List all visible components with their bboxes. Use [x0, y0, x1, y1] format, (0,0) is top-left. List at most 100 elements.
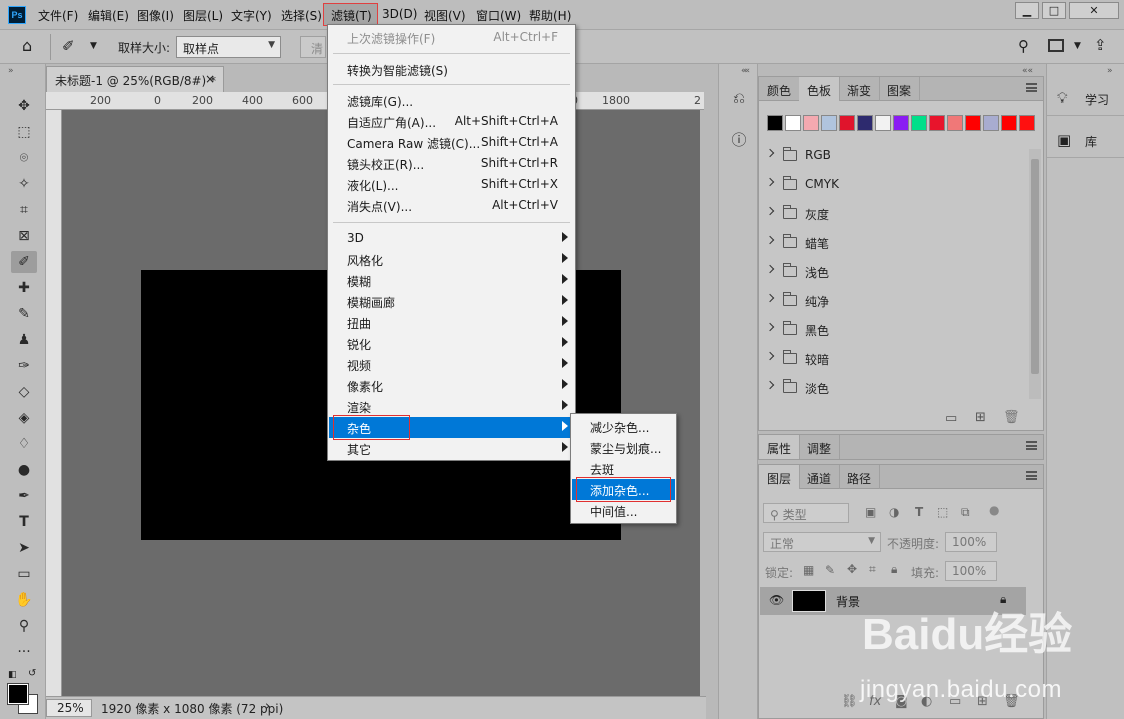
new-swatch-icon[interactable]: ⊞: [975, 410, 986, 425]
lock-transparent-icon[interactable]: ▦: [803, 563, 814, 577]
panel-menu-icon[interactable]: [1026, 471, 1037, 480]
lock-position-icon[interactable]: ✥: [847, 562, 857, 576]
zoom-tool-icon[interactable]: ⚲: [11, 615, 37, 637]
color-swatch[interactable]: [893, 115, 909, 131]
collapse-icon[interactable]: ««: [1022, 66, 1033, 76]
tab-color[interactable]: 颜色: [759, 77, 801, 101]
chevron-down-icon[interactable]: ▼: [90, 41, 97, 51]
type-tool-icon[interactable]: T: [11, 511, 37, 533]
eyedropper-tool-icon[interactable]: ✐: [11, 251, 37, 273]
swatch-folder[interactable]: 纯净: [759, 286, 1027, 315]
filter-type-icon[interactable]: T: [915, 505, 923, 519]
color-swatch[interactable]: [803, 115, 819, 131]
color-swatch[interactable]: [929, 115, 945, 131]
eraser-tool-icon[interactable]: ◇: [11, 381, 37, 403]
paint-bucket-tool-icon[interactable]: ◈: [11, 407, 37, 429]
menu-type[interactable]: 文字(Y): [231, 7, 272, 24]
tab-gradients[interactable]: 渐变: [839, 77, 881, 101]
filter-menu-item[interactable]: Camera Raw 滤镜(C)... Shift+Ctrl+A: [329, 132, 574, 153]
sample-size-select[interactable]: 取样点 ▼: [176, 36, 281, 58]
color-swatch[interactable]: [857, 115, 873, 131]
chevron-right-icon[interactable]: [765, 264, 775, 274]
filter-submenu-item[interactable]: 风格化: [329, 249, 574, 270]
healing-brush-tool-icon[interactable]: ✚: [11, 277, 37, 299]
chevron-right-icon[interactable]: [765, 177, 775, 187]
color-swatch[interactable]: [875, 115, 891, 131]
noise-menu-item[interactable]: 蒙尘与划痕...: [572, 437, 675, 458]
panel-menu-icon[interactable]: [1026, 441, 1037, 450]
chevron-right-icon[interactable]: [765, 206, 775, 216]
filter-adjustment-icon[interactable]: ◑: [889, 505, 899, 519]
visibility-eye-icon[interactable]: 👁︎: [769, 593, 784, 607]
search-icon[interactable]: ⚲: [1018, 37, 1029, 55]
filter-submenu-item[interactable]: 模糊画廊: [329, 291, 574, 312]
chevron-right-icon[interactable]: [765, 380, 775, 390]
stamp-tool-icon[interactable]: ♟: [11, 329, 37, 351]
scrollbar-thumb[interactable]: [1031, 159, 1039, 374]
swatch-folder[interactable]: 淡色: [759, 373, 1027, 402]
magic-wand-tool-icon[interactable]: ✧: [11, 173, 37, 195]
eyedropper-tool-icon[interactable]: ✐: [62, 37, 75, 55]
chevron-right-icon[interactable]: [765, 293, 775, 303]
lock-all-icon[interactable]: 🔒︎: [891, 562, 897, 577]
filter-menu-item[interactable]: 自适应广角(A)... Alt+Shift+Ctrl+A: [329, 111, 574, 132]
filter-smart-object-icon[interactable]: ⧉: [961, 505, 970, 520]
menu-filter[interactable]: 滤镜(T): [331, 7, 372, 24]
fill-field[interactable]: 100%: [945, 561, 997, 581]
filter-submenu-item[interactable]: 视频: [329, 354, 574, 375]
close-tab-icon[interactable]: ×: [205, 72, 215, 86]
menu-image[interactable]: 图像(I): [137, 7, 174, 24]
color-picker[interactable]: [7, 683, 38, 714]
color-swatch[interactable]: [839, 115, 855, 131]
crop-tool-icon[interactable]: ⌗: [11, 199, 37, 221]
document-tab[interactable]: 未标题-1 @ 25%(RGB/8#) * ×: [46, 66, 224, 92]
chevron-right-icon[interactable]: [765, 235, 775, 245]
lasso-tool-icon[interactable]: ⌾: [11, 147, 37, 169]
menu-item-convert-smart-filter[interactable]: 转换为智能滤镜(S): [329, 59, 574, 80]
dodge-tool-icon[interactable]: ●: [11, 459, 37, 481]
zoom-level-field[interactable]: 25%: [46, 699, 92, 717]
scrollbar[interactable]: [1029, 149, 1041, 399]
filter-submenu-item[interactable]: 扭曲: [329, 312, 574, 333]
filter-pixel-icon[interactable]: ▣: [865, 505, 876, 519]
swatch-folder[interactable]: CMYK: [759, 170, 1027, 199]
filter-submenu-item[interactable]: 其它: [329, 438, 574, 459]
color-swatch[interactable]: [821, 115, 837, 131]
swatch-folder[interactable]: 浅色: [759, 257, 1027, 286]
history-brush-tool-icon[interactable]: ✑: [11, 355, 37, 377]
brush-tool-icon[interactable]: ✎: [11, 303, 37, 325]
menu-help[interactable]: 帮助(H): [529, 7, 571, 24]
hand-tool-icon[interactable]: ✋: [11, 589, 37, 611]
swatch-folder[interactable]: 蜡笔: [759, 228, 1027, 257]
path-selection-tool-icon[interactable]: ➤: [11, 537, 37, 559]
noise-menu-item[interactable]: 中间值...: [572, 500, 675, 521]
info-icon[interactable]: ⓘ: [729, 130, 749, 150]
pen-tool-icon[interactable]: ✒: [11, 485, 37, 507]
delete-icon[interactable]: 🗑: [1003, 410, 1020, 425]
swatch-folder[interactable]: 黑色: [759, 315, 1027, 344]
workspace-icon[interactable]: [1048, 39, 1064, 52]
new-group-icon[interactable]: ▭: [945, 411, 957, 426]
minimize-button[interactable]: ▁: [1015, 2, 1039, 19]
chevron-right-icon[interactable]: [765, 148, 775, 158]
chevron-right-icon[interactable]: [765, 322, 775, 332]
blend-mode-select[interactable]: 正常 ▼: [763, 532, 881, 552]
close-window-button[interactable]: ✕: [1069, 2, 1119, 19]
color-swatch[interactable]: [911, 115, 927, 131]
chevron-right-icon[interactable]: [765, 351, 775, 361]
share-icon[interactable]: ⇪: [1094, 36, 1107, 54]
lock-artboard-icon[interactable]: ⌗: [869, 562, 876, 577]
blur-tool-icon[interactable]: ♢: [11, 433, 37, 455]
color-swatch[interactable]: [1019, 115, 1035, 131]
learn-panel-button[interactable]: 💡︎ 学习: [1047, 82, 1124, 116]
filter-shape-icon[interactable]: ⬚: [937, 505, 948, 519]
libraries-panel-button[interactable]: ▣ 库: [1047, 124, 1124, 158]
frame-tool-icon[interactable]: ⊠: [11, 225, 37, 247]
noise-menu-item[interactable]: 减少杂色...: [572, 416, 675, 437]
collapse-icon[interactable]: »: [1107, 66, 1112, 76]
lock-image-icon[interactable]: ✎: [825, 563, 835, 577]
tab-paths[interactable]: 路径: [839, 465, 881, 489]
opacity-field[interactable]: 100%: [945, 532, 997, 552]
color-swatch[interactable]: [767, 115, 783, 131]
color-swatch[interactable]: [965, 115, 981, 131]
